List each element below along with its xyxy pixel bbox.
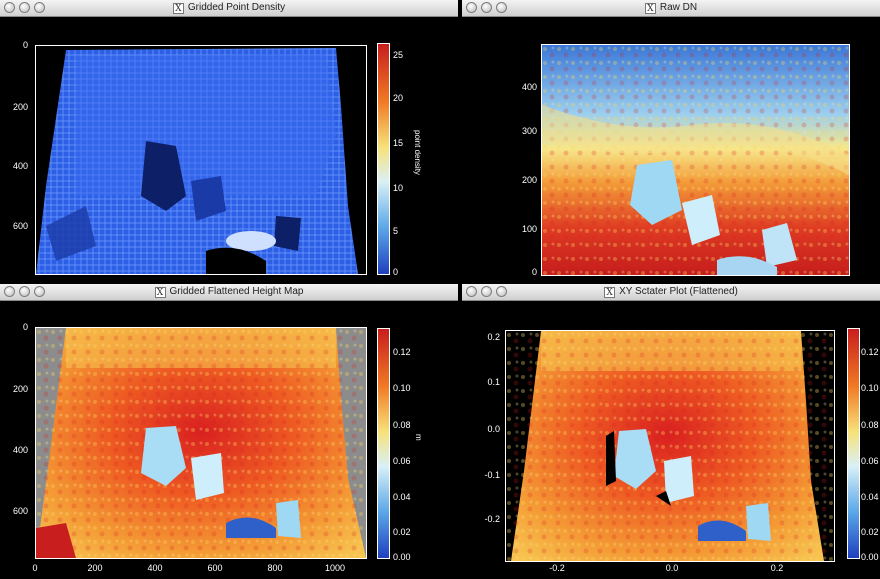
- y-tick-label: 0: [22, 40, 28, 50]
- y-tick-label: 0.1: [487, 377, 500, 387]
- colorbar-tick-label: 20: [393, 93, 404, 103]
- x-tick-label: 200: [87, 563, 103, 573]
- y-tick-label: 0.2: [487, 332, 500, 342]
- colorbar-tick-label: 0.06: [393, 456, 411, 466]
- y-tick-label: 100: [521, 224, 537, 234]
- density-plot-area: [35, 45, 367, 275]
- x11-icon: X: [154, 287, 166, 298]
- window-gridded-flattened-height-map: X Gridded Flattened Height Map 0 200 400 …: [0, 284, 458, 579]
- window-title: Raw DN: [659, 2, 698, 13]
- height-colorbar: [377, 328, 390, 559]
- raw-dn-image: [542, 45, 849, 275]
- colorbar-tick-label: 15: [393, 138, 404, 148]
- colorbar-tick-label: 0.12: [393, 347, 411, 357]
- y-tick-label: 600: [12, 506, 28, 516]
- colorbar-tick-label: 0.02: [393, 527, 411, 537]
- window-titlebar[interactable]: X XY Sctater Plot (Flattened): [462, 284, 880, 301]
- y-tick-label: 300: [521, 126, 537, 136]
- raw-dn-plot-area: [541, 44, 850, 276]
- colorbar-tick-label: 0.06: [861, 456, 879, 466]
- window-xy-scatter-plot: X XY Sctater Plot (Flattened) 0.2 0.1 0.0…: [462, 284, 880, 579]
- colorbar-tick-label: 0.00: [393, 552, 411, 562]
- y-tick-label: 0: [22, 322, 28, 332]
- scatter-plot-area: [505, 330, 835, 562]
- colorbar-tick-label: 0.12: [861, 347, 879, 357]
- y-tick-label: 200: [12, 102, 28, 112]
- window-titlebar[interactable]: X Gridded Point Density: [0, 0, 458, 17]
- colorbar-tick-label: 0: [393, 267, 399, 277]
- x-tick-label: 0: [32, 563, 38, 573]
- colorbar-tick-label: 0.10: [861, 383, 879, 393]
- x-tick-label: 800: [267, 563, 283, 573]
- window-title: XY Sctater Plot (Flattened): [619, 286, 738, 297]
- colorbar-axis-label: m: [414, 434, 423, 441]
- x-tick-label: -0.2: [549, 563, 565, 573]
- x-tick-label: 1000: [324, 563, 346, 573]
- window-raw-dn: X Raw DN 400 300 200 100 0: [462, 0, 880, 287]
- y-tick-label: 400: [12, 161, 28, 171]
- window-titlebar[interactable]: X Gridded Flattened Height Map: [0, 284, 458, 301]
- density-map-image: [36, 46, 366, 274]
- colorbar-tick-label: 0.02: [861, 527, 879, 537]
- y-tick-label: -0.1: [484, 470, 500, 480]
- window-title: Gridded Flattened Height Map: [169, 286, 304, 297]
- colorbar-axis-label: point density: [413, 130, 422, 175]
- density-colorbar: [377, 43, 390, 275]
- window-titlebar[interactable]: X Raw DN: [462, 0, 880, 17]
- y-tick-label: 0.0: [487, 424, 500, 434]
- y-tick-label: 0: [531, 267, 537, 277]
- x11-icon: X: [604, 287, 616, 298]
- x-tick-label: 0.2: [770, 563, 784, 573]
- y-tick-label: 400: [12, 445, 28, 455]
- colorbar-tick-label: 0.08: [393, 420, 411, 430]
- colorbar-tick-label: 5: [393, 226, 399, 236]
- x11-icon: X: [172, 3, 184, 14]
- colorbar-tick-label: 0.04: [861, 492, 879, 502]
- x-tick-label: 400: [147, 563, 163, 573]
- colorbar-tick-label: 0.04: [393, 492, 411, 502]
- colorbar-tick-label: 0.10: [393, 383, 411, 393]
- colorbar-tick-label: 0.00: [861, 552, 879, 562]
- window-title: Gridded Point Density: [187, 2, 286, 13]
- colorbar-tick-label: 0.08: [861, 420, 879, 430]
- y-tick-label: 600: [12, 221, 28, 231]
- y-tick-label: 400: [521, 82, 537, 92]
- scatter-colorbar: [847, 328, 860, 559]
- y-tick-label: 200: [521, 175, 537, 185]
- colorbar-tick-label: 10: [393, 183, 404, 193]
- height-map-image: [36, 328, 366, 558]
- x11-icon: X: [644, 3, 656, 14]
- y-tick-label: 200: [12, 384, 28, 394]
- x-tick-label: 600: [207, 563, 223, 573]
- x-tick-label: 0.0: [665, 563, 679, 573]
- height-map-plot-area: [35, 327, 367, 559]
- y-tick-label: -0.2: [484, 514, 500, 524]
- colorbar-tick-label: 25: [393, 50, 404, 60]
- scatter-image: [506, 331, 834, 561]
- window-gridded-point-density: X Gridded Point Density 0 200 400 600 25 …: [0, 0, 458, 287]
